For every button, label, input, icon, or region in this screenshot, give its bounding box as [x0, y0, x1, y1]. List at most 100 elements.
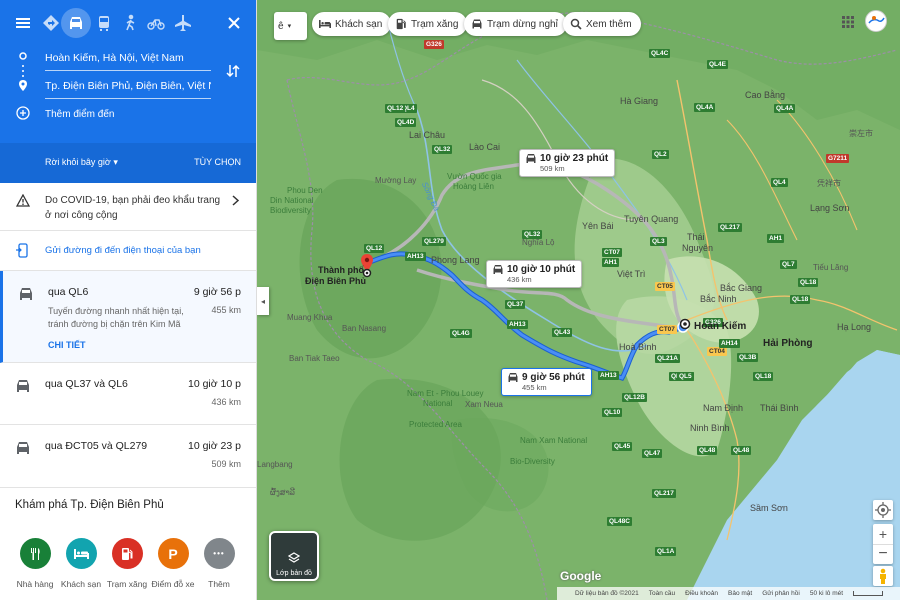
road-shield: AH1 — [602, 258, 620, 267]
add-stop-icon[interactable] — [16, 106, 30, 120]
place-label: Protected Area — [409, 420, 462, 429]
place-label: Nguyên — [682, 243, 714, 253]
origin-input[interactable]: Hoàn Kiếm, Hà Nội, Việt Nam — [45, 49, 211, 71]
explore-hotels[interactable]: Khách sạn — [56, 538, 106, 589]
bubble-distance: 436 km — [507, 275, 532, 284]
explore-label: Thêm — [208, 579, 230, 589]
place-label: Vườn Quốc gia — [447, 172, 502, 181]
place-label: Lạng Sơn — [810, 203, 850, 213]
my-location-button[interactable] — [873, 500, 893, 520]
road-shield: AH13 — [507, 320, 528, 329]
route-details-link[interactable]: CHI TIẾT — [48, 340, 86, 350]
origin-marker-icon[interactable] — [679, 318, 691, 330]
car-icon — [17, 442, 29, 454]
explore-parking[interactable]: P Điểm đỗ xe — [148, 538, 198, 589]
place-label: 凭祥市 — [817, 179, 841, 188]
street-view-button[interactable] — [873, 566, 893, 586]
road-shield: QL12B — [622, 393, 647, 402]
close-icon[interactable] — [219, 8, 249, 38]
destination-input[interactable]: Tp. Điện Biên Phủ, Điện Biên, Việt Nam — [45, 77, 211, 99]
road-shield: QL4E — [707, 60, 728, 69]
place-label: Mường Lay — [375, 176, 417, 185]
place-label: Bắc Giang — [720, 283, 763, 293]
road-shield: QL3B — [737, 353, 759, 362]
zoom-out-button[interactable]: − — [873, 544, 893, 564]
place-label: Thái Bình — [760, 403, 799, 413]
add-stop-button[interactable]: Thêm điểm đến — [45, 109, 114, 120]
route-name: qua QL37 và QL6 — [45, 378, 128, 390]
apps-grid-icon[interactable] — [842, 16, 854, 28]
send-to-phone-row[interactable]: Gửi đường đi đến điện thoại của bạn — [0, 231, 256, 271]
attribution-bar: Dữ liệu bản đồ ©2021 Toàn cầu Điều khoản… — [557, 587, 900, 600]
route-bubble-1[interactable]: 9 giờ 56 phút 455 km — [501, 368, 592, 396]
swap-icon[interactable] — [226, 63, 240, 79]
travel-mode-bar — [0, 8, 256, 40]
road-shield: AH1 — [767, 234, 785, 243]
route-dots-icon — [22, 65, 24, 77]
place-label: Bio-Diversity — [510, 457, 555, 466]
bubble-time: 9 giờ 56 phút — [522, 372, 585, 383]
road-shield: QL5 — [677, 372, 694, 381]
bed-icon — [65, 538, 97, 569]
avatar[interactable] — [865, 10, 887, 32]
zoom-in-button[interactable]: + — [873, 524, 893, 544]
explore-restaurants[interactable]: Nhà hàng — [10, 538, 60, 589]
route-bubble-3[interactable]: 10 giờ 23 phút 509 km — [519, 149, 616, 177]
road-shield: QL12 — [364, 244, 385, 253]
road-shield: QL7 — [780, 260, 797, 269]
send-to-phone-link[interactable]: Gửi đường đi đến điện thoại của bạn — [45, 245, 201, 256]
explore-label: Nhà hàng — [16, 579, 54, 589]
place-label: Hoà Bình — [619, 342, 657, 352]
explore-more[interactable]: ••• Thêm — [194, 538, 244, 589]
menu-icon[interactable] — [8, 8, 38, 38]
attribution-global[interactable]: Toàn cầu — [649, 590, 675, 597]
road-shield: QL18 — [798, 278, 819, 287]
layers-icon — [288, 552, 300, 563]
route-option-3[interactable]: qua ĐCT05 và QL279 10 giờ 23 p 509 km — [0, 425, 256, 488]
route-option-2[interactable]: qua QL37 và QL6 10 giờ 10 p 436 km — [0, 363, 256, 425]
road-shield: QL37 — [505, 300, 526, 309]
search-icon — [570, 18, 582, 30]
route-option-1[interactable]: qua QL6 9 giờ 56 p 455 km Tuyến đường nh… — [0, 271, 256, 363]
bike-mode-icon[interactable] — [141, 8, 171, 38]
scale-label[interactable]: 50 ki lô mét — [810, 590, 843, 597]
map-canvas[interactable]: ê ▾ Khách sạn Trạm xăng Trạm dừng nghỉ Xe… — [257, 0, 900, 600]
car-icon — [20, 288, 32, 300]
road-shield: QL4D — [395, 118, 417, 127]
road-shield: CT04 — [707, 347, 727, 356]
covid-notice[interactable]: Do COVID-19, bạn phải đeo khẩu trang ở n… — [0, 183, 256, 231]
explore-section: Khám phá Tp. Điện Biên Phủ Nhà hàng Khác… — [0, 488, 256, 600]
target-icon — [875, 502, 891, 518]
chip-gas[interactable]: Trạm xăng — [388, 12, 468, 36]
depart-time-dropdown[interactable]: Rời khỏi bây giờ ▾ — [45, 157, 118, 168]
depart-bar: Rời khỏi bây giờ ▾ TÙY CHỌN — [0, 143, 256, 183]
bed-icon — [319, 20, 331, 28]
chip-rest-stops[interactable]: Trạm dừng nghỉ — [464, 12, 567, 36]
flight-mode-icon[interactable] — [168, 8, 198, 38]
collapse-panel-button[interactable]: ◂ — [257, 287, 269, 315]
chip-more[interactable]: Xem thêm — [563, 12, 641, 36]
road-shield: QL18 — [753, 372, 774, 381]
road-shield: QL217 — [652, 489, 676, 498]
layers-button[interactable]: Lớp bản đồ — [269, 531, 319, 581]
explore-label: Khách sạn — [60, 579, 102, 589]
road-shield: G7211 — [826, 154, 850, 163]
attribution-privacy[interactable]: Bảo mật — [728, 590, 752, 597]
place-label: Hà Giang — [620, 96, 659, 106]
place-label: Tiếu Lăng — [813, 263, 849, 272]
route-bubble-2[interactable]: 10 giờ 10 phút 436 km — [486, 260, 583, 288]
explore-gas[interactable]: Trạm xăng — [102, 538, 152, 589]
options-button[interactable]: TÙY CHỌN — [194, 157, 241, 167]
attribution-terms[interactable]: Điều khoản — [685, 590, 718, 597]
attribution-feedback[interactable]: Gửi phản hồi — [762, 590, 800, 597]
route-time: 10 giờ 10 p — [187, 378, 241, 390]
chevron-down-icon: ▾ — [113, 157, 118, 167]
car-mode-icon[interactable] — [61, 8, 91, 38]
origin-label: Hoàn Kiếm — [694, 321, 747, 332]
pegman-icon — [880, 568, 886, 584]
bubble-distance: 509 km — [540, 164, 565, 173]
chip-hotels[interactable]: Khách sạn — [312, 12, 392, 36]
road-shield: QL217 — [718, 223, 742, 232]
place-label: Hải Phòng — [763, 338, 813, 349]
language-button[interactable]: ê ▾ — [274, 12, 307, 40]
